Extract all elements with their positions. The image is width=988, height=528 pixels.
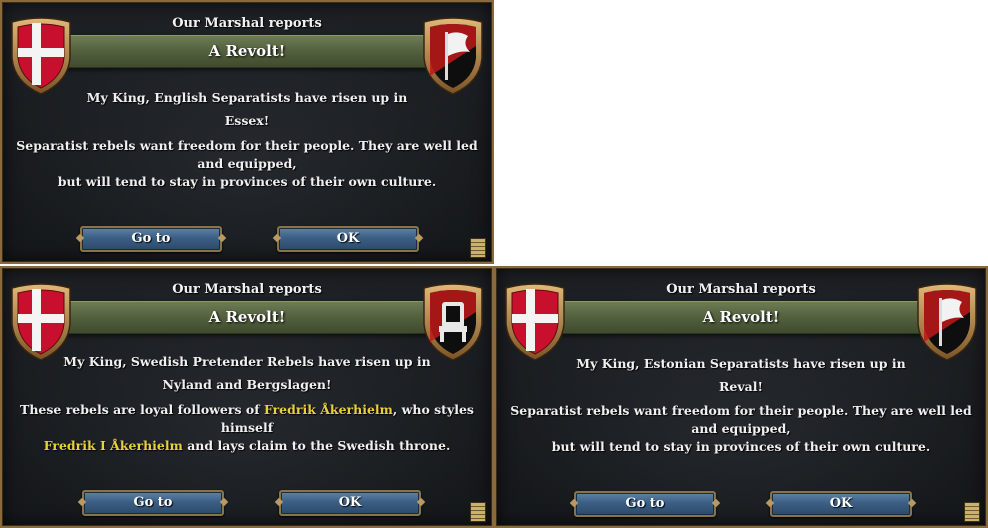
event-description: These rebels are loyal followers of Fred… [14, 401, 480, 455]
event-description: Separatist rebels want freedom for their… [14, 137, 480, 191]
white-flag-icon[interactable] [914, 282, 980, 362]
denmark-flag-icon[interactable] [8, 16, 74, 96]
description-text: These rebels are loyal followers of [20, 402, 264, 417]
description-line: These rebels are loyal followers of Fred… [14, 401, 480, 437]
ok-button[interactable]: OK [279, 490, 421, 516]
message-line: My King, Estonian Separatists have risen… [576, 356, 906, 371]
message-line: My King, Swedish Pretender Rebels have r… [63, 354, 431, 369]
message-line: Nyland and Bergslagen! [162, 377, 332, 392]
message-line: Essex! [224, 113, 270, 128]
ledger-icon[interactable] [964, 502, 980, 522]
pretender-name-link[interactable]: Fredrik Åkerhielm [264, 402, 393, 417]
window-header: Our Marshal reports [172, 282, 322, 297]
description-line: Separatist rebels want freedom for their… [16, 138, 478, 171]
pretender-title-link[interactable]: Fredrik I Åkerhielm [44, 438, 183, 453]
window-header: Our Marshal reports [666, 282, 816, 297]
revolt-event-window-swedish: Our Marshal reports A Revolt! My King, S… [0, 266, 494, 528]
ledger-icon[interactable] [470, 238, 486, 258]
event-message: My King, Estonian Separatists have risen… [514, 352, 968, 398]
ledger-icon[interactable] [470, 502, 486, 522]
description-line: but will tend to stay in provinces of th… [551, 439, 931, 454]
goto-button[interactable]: Go to [82, 490, 224, 516]
event-description: Separatist rebels want freedom for their… [508, 402, 974, 456]
ok-button[interactable]: OK [277, 226, 419, 252]
ok-button[interactable]: OK [770, 491, 912, 517]
denmark-flag-icon[interactable] [502, 282, 568, 362]
description-line: Fredrik I Åkerhielm and lays claim to th… [14, 437, 480, 455]
event-message: My King, Swedish Pretender Rebels have r… [20, 350, 474, 396]
goto-button[interactable]: Go to [80, 226, 222, 252]
description-line: Separatist rebels want freedom for their… [510, 403, 972, 436]
event-message: My King, English Separatists have risen … [20, 86, 474, 132]
window-header: Our Marshal reports [172, 16, 322, 31]
message-line: My King, English Separatists have risen … [86, 90, 408, 105]
white-flag-icon[interactable] [420, 16, 486, 96]
revolt-event-window-english: Our Marshal reports A Revolt! My King, E… [0, 0, 494, 264]
event-title: A Revolt! [208, 42, 286, 60]
message-line: Reval! [719, 379, 763, 394]
description-text: and lays claim to the Swedish throne. [182, 438, 451, 453]
description-line: but will tend to stay in provinces of th… [57, 174, 437, 189]
event-title: A Revolt! [208, 308, 286, 326]
revolt-event-window-estonian: Our Marshal reports A Revolt! My King, E… [494, 266, 988, 528]
goto-button[interactable]: Go to [574, 491, 716, 517]
event-title: A Revolt! [702, 308, 780, 326]
